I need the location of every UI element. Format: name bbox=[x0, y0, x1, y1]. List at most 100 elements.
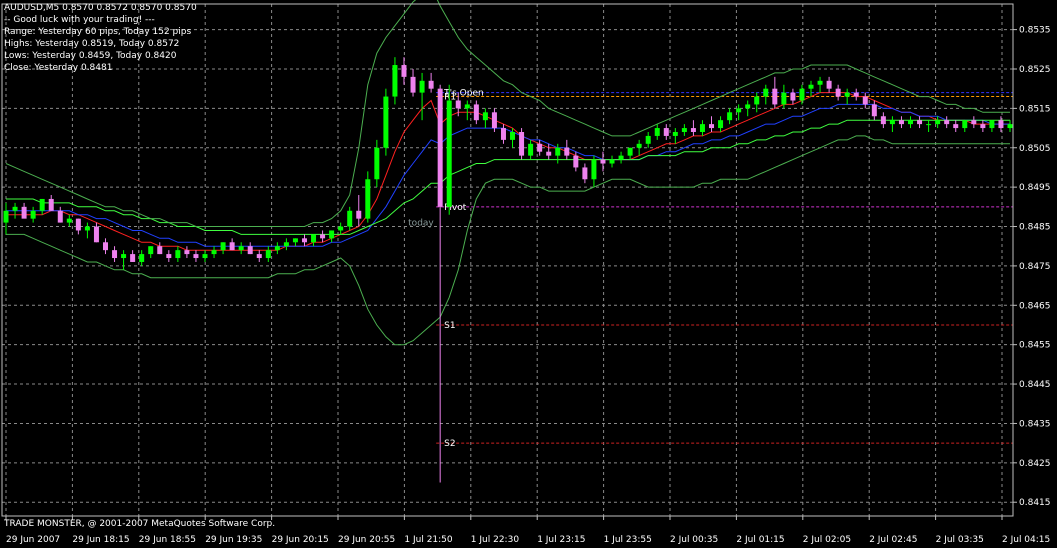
candle-body bbox=[292, 238, 298, 243]
candle bbox=[944, 116, 950, 129]
candle-body bbox=[519, 132, 525, 156]
candle-body bbox=[672, 132, 678, 136]
candle bbox=[75, 218, 81, 235]
candle bbox=[926, 120, 932, 132]
candle-body bbox=[681, 128, 687, 132]
candle-body bbox=[1007, 124, 1013, 129]
candle-body bbox=[998, 120, 1004, 129]
candle bbox=[609, 155, 615, 168]
candle-body bbox=[220, 242, 226, 251]
x-tick-label: 1 Jul 22:30 bbox=[471, 535, 520, 545]
x-tick-label: 2 Jul 03:35 bbox=[936, 535, 984, 545]
candle bbox=[1007, 120, 1013, 132]
candle bbox=[745, 100, 751, 117]
candle-body bbox=[609, 159, 615, 164]
candle-body bbox=[347, 210, 353, 227]
candle bbox=[808, 80, 814, 97]
price-chart[interactable]: T's OpenR1PivotS1S2today 0.85350.85250.8… bbox=[0, 0, 1057, 548]
candle bbox=[3, 202, 9, 235]
info-line-range: Range: Yesterday 60 pips, Today 152 pips bbox=[4, 27, 192, 37]
candle-body bbox=[645, 135, 651, 144]
candle-body bbox=[21, 206, 27, 219]
candle bbox=[600, 151, 606, 172]
candle-body bbox=[202, 254, 208, 259]
candle bbox=[591, 155, 597, 188]
y-tick-label: 0.8475 bbox=[1019, 262, 1051, 272]
candle bbox=[320, 230, 326, 243]
x-tick-label: 1 Jul 21:50 bbox=[404, 535, 453, 545]
candle bbox=[57, 206, 63, 223]
candle bbox=[39, 198, 45, 215]
candle-body bbox=[238, 246, 244, 251]
candle-body bbox=[627, 147, 633, 156]
candle bbox=[636, 139, 642, 156]
candle bbox=[392, 57, 398, 105]
candle bbox=[862, 92, 868, 109]
candle bbox=[844, 88, 850, 105]
candle-body bbox=[953, 124, 959, 129]
chart-window[interactable]: T's Open R1 Pivot S1 S2 today 0.8535 0.8525 0.8… bbox=[0, 0, 1057, 548]
candle bbox=[229, 238, 235, 251]
today-label: today bbox=[408, 219, 434, 229]
candle bbox=[419, 72, 425, 121]
candle-body bbox=[211, 250, 217, 255]
level-label: S1 bbox=[444, 321, 455, 331]
candle bbox=[311, 234, 317, 247]
copyright-text: TRADE MONSTER, @ 2001-2007 MetaQuotes So… bbox=[3, 519, 275, 529]
symbol-line: AUDUSD,M5 0.8570 0.8572 0.8570 0.8570 bbox=[4, 3, 197, 13]
candle bbox=[48, 195, 54, 211]
candle-body bbox=[908, 120, 914, 125]
candle bbox=[817, 76, 823, 93]
candle bbox=[772, 76, 778, 109]
candle-body bbox=[537, 143, 543, 152]
candle bbox=[157, 242, 163, 255]
candle-body bbox=[528, 143, 534, 156]
candle bbox=[139, 250, 145, 266]
candle bbox=[654, 124, 660, 140]
candle-body bbox=[320, 234, 326, 239]
candle bbox=[537, 139, 543, 156]
candle-body bbox=[93, 226, 99, 243]
candle bbox=[446, 84, 452, 215]
candle-body bbox=[446, 100, 452, 207]
candle-body bbox=[112, 250, 118, 259]
candle-body bbox=[139, 254, 145, 262]
candle bbox=[989, 120, 995, 132]
candle-body bbox=[229, 242, 235, 251]
candle-body bbox=[3, 210, 9, 223]
candle-body bbox=[718, 120, 724, 129]
candle-body bbox=[636, 143, 642, 148]
candle-body bbox=[283, 242, 289, 247]
candle-body bbox=[835, 88, 841, 97]
y-tick-label: 0.8445 bbox=[1019, 380, 1051, 390]
candle-body bbox=[862, 96, 868, 105]
candle-body bbox=[428, 80, 434, 89]
candle-body bbox=[618, 155, 624, 160]
info-line-greeting: -- Good luck with your trading! --- bbox=[4, 15, 155, 25]
candle-body bbox=[573, 155, 579, 168]
candle bbox=[564, 139, 570, 160]
candle-body bbox=[130, 254, 136, 262]
candle-body bbox=[989, 120, 995, 129]
candle-body bbox=[274, 246, 280, 251]
candle bbox=[763, 84, 769, 105]
candle bbox=[908, 116, 914, 129]
plot-frame bbox=[1, 3, 1014, 517]
candle bbox=[980, 120, 986, 132]
x-tick-label: 2 Jul 01:15 bbox=[736, 535, 784, 545]
candle-body bbox=[880, 116, 886, 125]
candle-body bbox=[510, 132, 516, 140]
candle-body bbox=[157, 246, 163, 255]
candle bbox=[301, 234, 307, 247]
candle-body bbox=[473, 104, 479, 121]
candle bbox=[546, 143, 552, 160]
candle-body bbox=[356, 210, 362, 219]
y-tick-label: 0.8505 bbox=[1019, 144, 1051, 154]
candle bbox=[473, 100, 479, 125]
candle bbox=[356, 195, 362, 227]
candle bbox=[410, 68, 416, 97]
candle-body bbox=[709, 124, 715, 129]
candle-body bbox=[84, 226, 90, 231]
candle-body bbox=[962, 120, 968, 129]
candle bbox=[401, 57, 407, 85]
